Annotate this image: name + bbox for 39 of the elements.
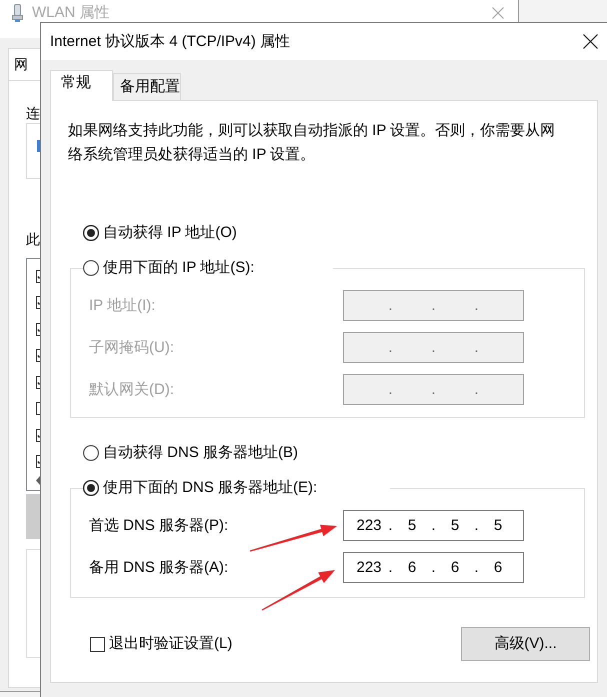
field-label: 连 — [26, 105, 40, 121]
radio-option[interactable]: 自动获得 IP 地址(O) — [83, 222, 237, 244]
radio-option[interactable]: 使用下面的 IP 地址(S): — [83, 257, 254, 279]
checkbox-icon[interactable] — [90, 636, 105, 652]
ip-address-field[interactable]: 223 . 5 . 5 . 5 — [343, 510, 524, 541]
description-text: 如果网络支持此功能，则可以获取自动指派的 IP 设置。否则，你需要从网络系统管理员处获得适当的 IP 设置。 — [68, 121, 556, 165]
radio-icon[interactable] — [83, 225, 99, 241]
advanced-button[interactable]: 高级(V)... — [461, 627, 590, 661]
radio-option[interactable]: 使用下面的 DNS 服务器地址(E): — [83, 477, 318, 499]
close-icon — [582, 34, 598, 49]
checkbox-icon[interactable] — [36, 455, 40, 468]
checkbox-icon[interactable] — [36, 402, 40, 416]
tab[interactable]: 网 — [8, 48, 40, 80]
device-icon — [37, 140, 40, 152]
ip-address-field[interactable]: 223 . 6 . 6 . 6 — [343, 552, 524, 583]
checkbox-icon[interactable] — [36, 322, 40, 336]
field-label: IP 地址(I): — [89, 296, 156, 316]
checkbox-icon[interactable] — [36, 270, 40, 283]
window-icon — [12, 4, 23, 22]
scroll-arrow-icon[interactable] — [36, 476, 40, 485]
close-icon[interactable] — [492, 7, 504, 19]
radio-icon[interactable] — [83, 445, 99, 461]
checkbox-icon[interactable] — [36, 376, 40, 389]
field-label: 子网掩码(U): — [89, 338, 174, 358]
radio-icon[interactable] — [83, 260, 99, 276]
field-label: 默认网关(D): — [89, 380, 174, 400]
field-label: 备用 DNS 服务器(A): — [89, 558, 228, 578]
window-title: WLAN 属性 — [32, 4, 110, 22]
tab[interactable]: 常规 — [50, 70, 113, 101]
window-title: Internet 协议版本 4 (TCP/IPv4) 属性 — [50, 32, 290, 52]
checkbox-icon[interactable] — [36, 349, 40, 362]
checkbox-icon[interactable] — [36, 296, 40, 310]
radio-option[interactable]: 自动获得 DNS 服务器地址(B) — [83, 442, 298, 464]
checkbox-option[interactable]: 退出时验证设置(L) — [90, 634, 232, 654]
field-label: 首选 DNS 服务器(P): — [89, 516, 228, 536]
field-label: 此 — [26, 231, 40, 247]
tab[interactable]: 备用配置 — [113, 73, 181, 100]
checkbox-icon[interactable] — [36, 428, 40, 442]
radio-icon[interactable] — [83, 480, 99, 496]
